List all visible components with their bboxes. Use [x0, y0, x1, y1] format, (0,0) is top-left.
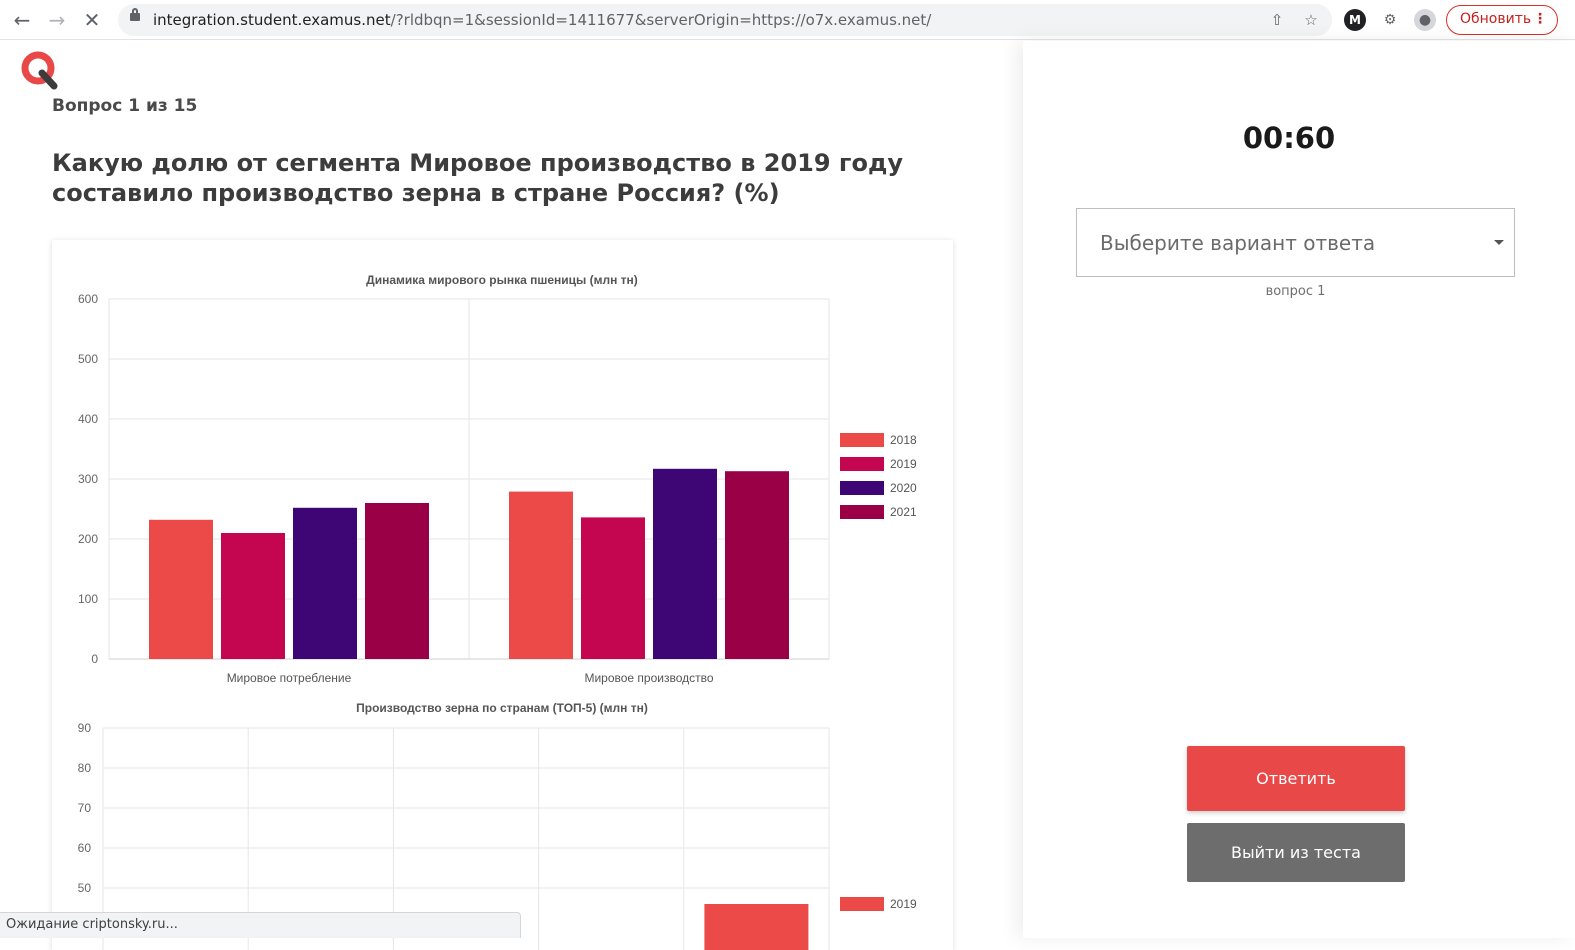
chart1-legend-label: 2019	[890, 457, 917, 471]
chart1-bar-2019	[581, 517, 645, 659]
chart1-ytick: 100	[78, 592, 98, 606]
answer-select[interactable]: Выберите вариант ответа	[1076, 208, 1515, 277]
chart1-ytick: 200	[78, 532, 98, 546]
select-caption: вопрос 1	[1265, 284, 1326, 299]
chart1-legend-label: 2020	[890, 481, 917, 495]
exit-test-button[interactable]: Выйти из теста	[1187, 823, 1405, 882]
charts-svg: Динамика мирового рынка пшеницы (млн тн)…	[78, 273, 917, 950]
chart1-bar-2019	[221, 533, 285, 659]
chart2-legend-swatch	[840, 897, 884, 911]
answer-select-placeholder: Выберите вариант ответа	[1100, 231, 1376, 255]
chart1-legend-swatch	[840, 481, 884, 495]
address-bar[interactable]: integration.student.examus.net/?rldbqn=1…	[118, 4, 1332, 36]
chart2-bar-2019	[704, 904, 809, 950]
chart2-title: Производство зерна по странам (ТОП-5) (м…	[356, 701, 648, 715]
chart1-bar-2020	[653, 468, 717, 659]
profile-avatar-icon[interactable]: ●	[1414, 9, 1436, 31]
question-counter: Вопрос 1 из 15	[52, 96, 198, 116]
logo	[20, 51, 60, 91]
update-button[interactable]: Обновить ⋮	[1446, 5, 1558, 35]
chart1-category-label: Мировое производство	[584, 671, 713, 685]
star-icon[interactable]: ☆	[1302, 11, 1320, 29]
chart2-legend-label: 2019	[890, 897, 917, 911]
chart1-ytick: 500	[78, 352, 98, 366]
chart1-bar-2018	[509, 491, 573, 659]
stop-loading-icon[interactable]: ✕	[80, 8, 104, 32]
chart-card: Динамика мирового рынка пшеницы (млн тн)…	[52, 240, 953, 950]
timer: 00:60	[1242, 121, 1336, 155]
chart1-ytick: 300	[78, 472, 98, 486]
chart1-legend-swatch	[840, 457, 884, 471]
forward-icon[interactable]: →	[45, 8, 69, 32]
browser-toolbar: ← → ✕ integration.student.examus.net/?rl…	[0, 0, 1575, 40]
answer-button[interactable]: Ответить	[1187, 746, 1405, 811]
browser-status-bar: Ожидание criptonsky.ru...	[0, 912, 521, 938]
chart1-category-label: Мировое потребление	[227, 671, 352, 685]
chart2-ytick: 80	[78, 761, 92, 775]
url-text: integration.student.examus.net/?rldbqn=1…	[153, 11, 932, 29]
chart1-ytick: 0	[91, 652, 98, 666]
extension-proctor-icon[interactable]: M	[1344, 9, 1366, 31]
chart1-legend-swatch	[840, 505, 884, 519]
chart2-ytick: 60	[78, 841, 92, 855]
question-text: Какую долю от сегмента Мировое производс…	[52, 149, 903, 207]
chart1-legend-label: 2018	[890, 433, 917, 447]
chart1-ytick: 600	[78, 292, 98, 306]
chart1-bar-2021	[365, 503, 429, 659]
chart2-ytick: 50	[78, 881, 92, 895]
chart1-ytick: 400	[78, 412, 98, 426]
answer-panel: 00:60 Выберите вариант ответа вопрос 1 О…	[1023, 41, 1575, 938]
chart1-title: Динамика мирового рынка пшеницы (млн тн)	[366, 273, 638, 287]
share-icon[interactable]: ⇧	[1268, 11, 1286, 29]
chart2-ytick: 70	[78, 801, 92, 815]
chart2-ytick: 90	[78, 721, 92, 735]
chart1-bar-2018	[149, 519, 213, 659]
puzzle-icon[interactable]: ⚙	[1379, 9, 1401, 31]
more-icon: ⋮	[1533, 11, 1547, 27]
chart1-legend-label: 2021	[890, 505, 917, 519]
chevron-down-icon	[1494, 240, 1504, 245]
back-icon[interactable]: ←	[10, 8, 34, 32]
chart1-bar-2021	[725, 471, 789, 659]
chart1-legend-swatch	[840, 433, 884, 447]
chart1-bar-2020	[293, 507, 357, 659]
lock-icon	[130, 8, 140, 21]
